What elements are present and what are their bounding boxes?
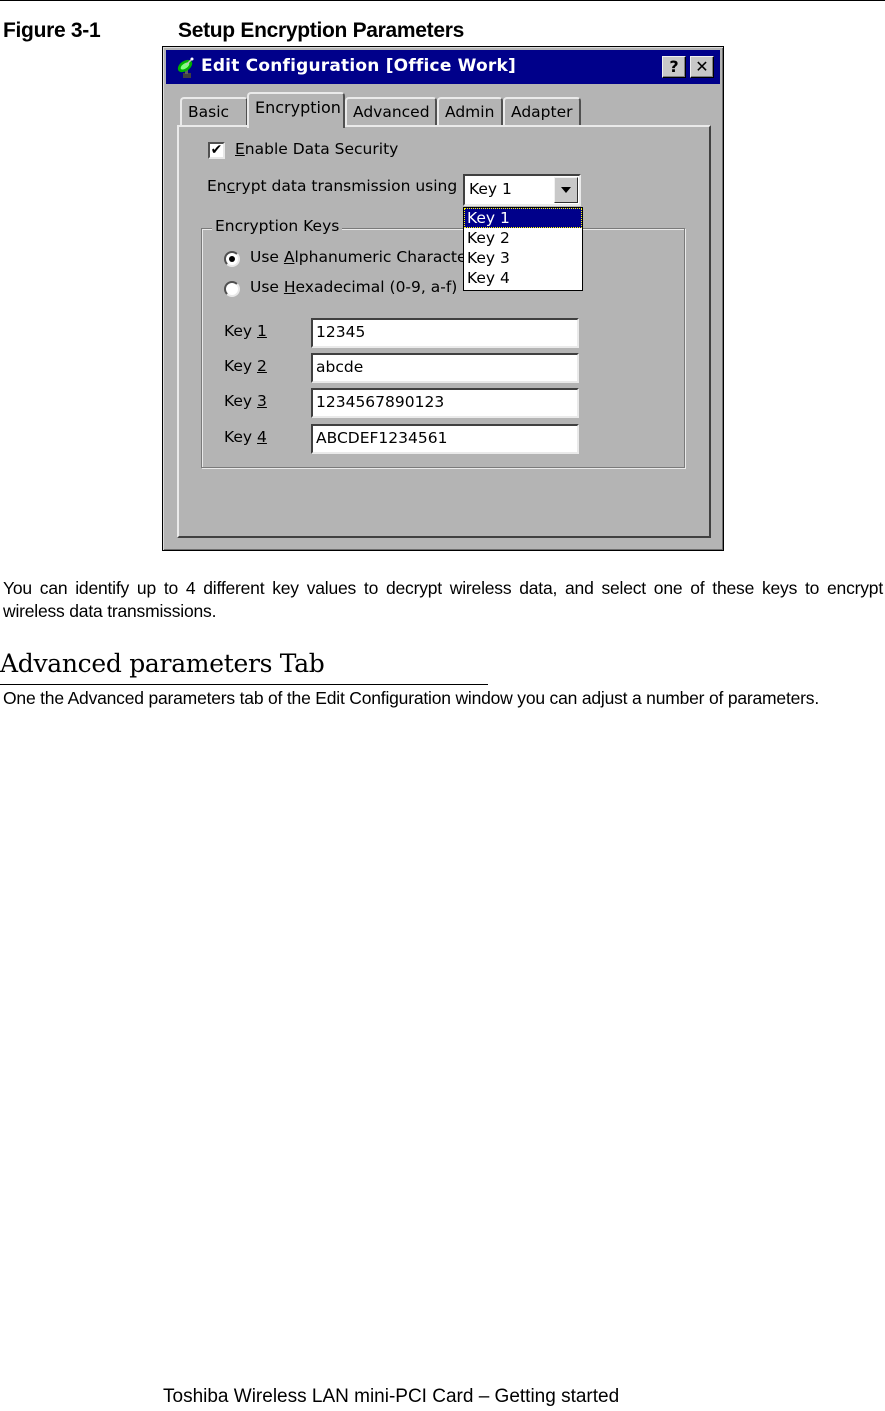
key-4-input[interactable]: ABCDEF1234561 xyxy=(311,424,579,454)
mnemonic: 3 xyxy=(257,392,267,410)
satellite-dish-icon xyxy=(177,57,194,78)
mnemonic: E xyxy=(235,140,245,158)
tab-basic[interactable]: Basic xyxy=(180,97,248,127)
alphanumeric-radio-label[interactable]: Use Alphanumeric Characters xyxy=(250,248,481,266)
label-text: rypt data transmission using xyxy=(235,177,458,195)
hexadecimal-radio-label[interactable]: Use Hexadecimal (0-9, a-f) xyxy=(250,278,457,296)
key-4-label: Key 4 xyxy=(224,428,267,446)
label-text: exadecimal (0-9, a-f) xyxy=(295,278,458,296)
label-text: Use xyxy=(250,278,284,296)
figure-number: Figure 3-1 xyxy=(3,19,101,42)
encryption-tab-panel: ✔ Enable Data Security Encrypt data tran… xyxy=(177,125,711,538)
group-legend: Encryption Keys xyxy=(212,217,343,235)
mnemonic: 2 xyxy=(257,357,267,375)
dialog-title: Edit Configuration [Office Work] xyxy=(201,56,516,76)
hexadecimal-radio[interactable] xyxy=(224,281,240,297)
mnemonic: 1 xyxy=(257,322,267,340)
label-text: lphanumeric Characters xyxy=(294,248,481,266)
dropdown-option-key-3[interactable]: Key 3 xyxy=(464,248,582,268)
checkmark-icon: ✔ xyxy=(210,142,223,158)
key-1-label: Key 1 xyxy=(224,322,267,340)
help-caption-button[interactable]: ? xyxy=(662,56,686,78)
close-icon: ✕ xyxy=(695,57,709,76)
tab-advanced[interactable]: Advanced xyxy=(345,97,437,127)
page-footer: Toshiba Wireless LAN mini-PCI Card – Get… xyxy=(163,1386,620,1407)
encrypt-key-select[interactable]: Key 1 xyxy=(463,174,581,206)
label-text: Key xyxy=(224,357,258,375)
key-3-input[interactable]: 1234567890123 xyxy=(311,388,579,418)
dropdown-option-key-2[interactable]: Key 2 xyxy=(464,228,582,248)
key-3-label: Key 3 xyxy=(224,392,267,410)
enable-data-security-checkbox[interactable]: ✔ xyxy=(208,142,225,159)
mnemonic: 4 xyxy=(257,428,267,446)
section-heading: Advanced parameters Tab xyxy=(0,649,325,678)
label-text: Use xyxy=(250,248,284,266)
encrypt-using-label: Encrypt data transmission using xyxy=(207,177,457,195)
tab-adapter[interactable]: Adapter xyxy=(503,97,581,127)
label-text: Key xyxy=(224,322,258,340)
question-icon: ? xyxy=(669,57,679,76)
body-paragraph-2: One the Advanced parameters tab of the E… xyxy=(3,688,819,708)
dropdown-arrow-button[interactable] xyxy=(554,177,578,203)
figure-title: Setup Encryption Parameters xyxy=(178,19,464,42)
key-2-input[interactable]: abcde xyxy=(311,353,579,383)
key-2-label: Key 2 xyxy=(224,357,267,375)
edit-configuration-dialog: Edit Configuration [Office Work] ? ✕ Bas… xyxy=(162,46,724,551)
key-dropdown-list[interactable]: Key 1 Key 2 Key 3 Key 4 xyxy=(463,207,583,291)
mnemonic: c xyxy=(226,177,236,195)
alphanumeric-radio[interactable] xyxy=(224,251,240,267)
label-text: En xyxy=(207,177,227,195)
body-paragraph-1: You can identify up to 4 different key v… xyxy=(3,578,883,621)
encryption-keys-group: Encryption Keys Use Alphanumeric Charact… xyxy=(201,217,685,468)
enable-data-security-label[interactable]: Enable Data Security xyxy=(235,140,398,158)
title-bar[interactable]: Edit Configuration [Office Work] ? ✕ xyxy=(166,50,720,84)
label-text: nable Data Security xyxy=(244,140,399,158)
key-1-input[interactable]: 12345 xyxy=(311,318,579,348)
dropdown-option-key-1[interactable]: Key 1 xyxy=(464,208,582,228)
mnemonic: H xyxy=(283,278,296,296)
selected-key-value: Key 1 xyxy=(469,180,512,198)
label-text: Key xyxy=(224,392,258,410)
heading-underline xyxy=(0,684,488,685)
top-rule xyxy=(0,0,885,1)
dropdown-option-key-4[interactable]: Key 4 xyxy=(464,268,582,288)
tab-encryption[interactable]: Encryption xyxy=(247,92,345,128)
close-button[interactable]: ✕ xyxy=(690,56,714,78)
tab-admin[interactable]: Admin xyxy=(437,97,503,127)
label-text: Key xyxy=(224,428,258,446)
mnemonic: A xyxy=(283,248,295,266)
